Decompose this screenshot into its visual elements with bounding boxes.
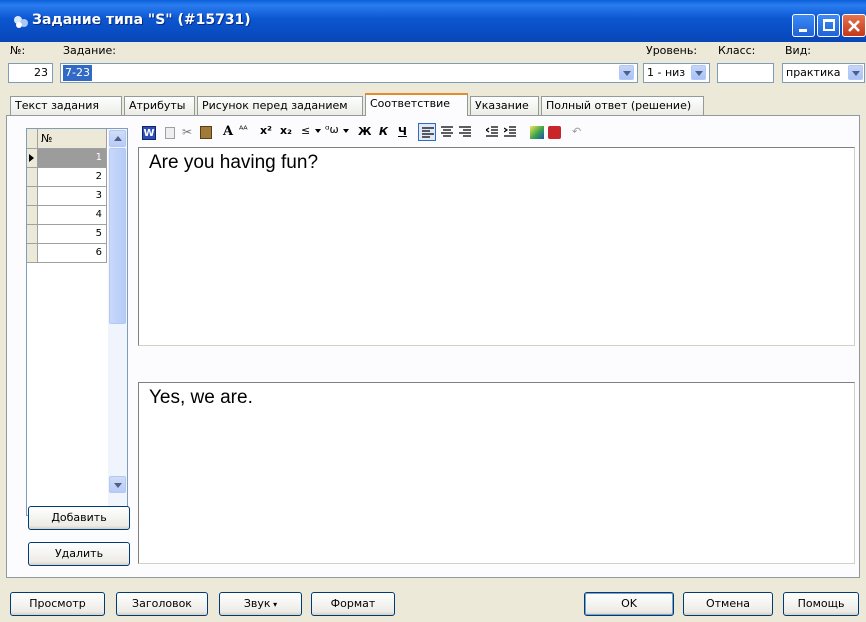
format-button[interactable]: Формат [311, 592, 395, 616]
tab-full-answer[interactable]: Полный ответ (решение) [541, 96, 704, 115]
grid-scrollbar[interactable] [108, 129, 127, 515]
font-icon[interactable]: A [223, 124, 233, 139]
row-indicator[interactable] [27, 168, 38, 187]
level-label: Уровень: [646, 44, 698, 57]
help-button[interactable]: Помощь [783, 592, 859, 616]
grid-cell-number[interactable]: 5 [38, 225, 107, 244]
paste-icon[interactable] [200, 126, 212, 139]
number-field[interactable]: 23 [8, 63, 53, 83]
align-right-icon[interactable] [459, 126, 471, 138]
items-grid[interactable]: № 123456 [26, 128, 128, 516]
heading-button[interactable]: Заголовок [116, 592, 208, 616]
undo-icon[interactable]: ↶ [572, 125, 581, 138]
tab-hint[interactable]: Указание [470, 96, 539, 115]
indent-icon[interactable] [504, 126, 516, 138]
row-indicator[interactable] [27, 225, 38, 244]
sound-button[interactable]: Звук ▾ [219, 592, 302, 616]
outdent-icon[interactable] [486, 126, 498, 138]
chevron-down-icon [114, 483, 122, 488]
tab-picture-before[interactable]: Рисунок перед заданием [197, 96, 363, 115]
minimize-icon [799, 29, 807, 32]
class-field[interactable] [717, 63, 774, 83]
row-selector-icon [29, 154, 34, 162]
preview-button[interactable]: Просмотр [10, 592, 105, 616]
chevron-down-icon[interactable] [315, 129, 321, 133]
grid-cell-number[interactable]: 1 [38, 149, 107, 168]
maximize-icon [823, 19, 835, 31]
cancel-button[interactable]: Отмена [683, 592, 773, 616]
add-button[interactable]: Добавить [28, 506, 130, 530]
question-text: Are you having fun? [149, 152, 319, 173]
task-value: 7-23 [63, 65, 92, 81]
sound-label: Звук [243, 597, 271, 610]
scroll-thumb[interactable] [109, 148, 126, 324]
kind-combo[interactable]: практика [782, 63, 865, 83]
row-indicator[interactable] [27, 149, 38, 168]
delete-button[interactable]: Удалить [28, 542, 130, 566]
tab-matching[interactable]: Соответствие [365, 93, 468, 116]
row-indicator[interactable] [27, 206, 38, 225]
chevron-down-icon[interactable] [343, 129, 349, 133]
grid-header-number[interactable]: № [38, 129, 107, 149]
task-label: Задание: [63, 44, 116, 57]
title-bar[interactable]: Задание типа "S" (#15731) [0, 0, 866, 42]
number-label: №: [10, 44, 26, 57]
grid-cell-number[interactable]: 4 [38, 206, 107, 225]
chevron-down-icon: ▾ [270, 600, 278, 609]
cut-icon[interactable]: ✂ [182, 125, 192, 139]
kind-label: Вид: [785, 44, 812, 57]
copy-icon[interactable] [165, 127, 175, 139]
answer-editor[interactable]: Yes, we are. [138, 382, 855, 564]
font-size-icon[interactable]: ᴬᴬ [239, 125, 248, 136]
subscript-button[interactable]: x₂ [280, 124, 292, 137]
minimize-button[interactable] [792, 14, 815, 37]
grid-cell-number[interactable]: 6 [38, 244, 107, 263]
ok-button[interactable]: OK [584, 592, 674, 616]
scroll-up-button[interactable] [109, 130, 126, 147]
grid-cell-number[interactable]: 2 [38, 168, 107, 187]
chevron-up-icon [114, 136, 122, 141]
align-left-button[interactable] [418, 123, 436, 141]
window-title: Задание типа "S" (#15731) [32, 12, 251, 28]
align-center-icon[interactable] [441, 126, 453, 138]
grid-corner [27, 129, 38, 149]
question-editor[interactable]: Are you having fun? [138, 147, 855, 346]
answer-text: Yes, we are. [149, 387, 253, 408]
app-icon [14, 16, 28, 28]
kind-value: практика [786, 66, 841, 79]
symbol-icon[interactable]: ≤ [301, 124, 310, 137]
word-icon[interactable]: W [142, 126, 156, 140]
underline-button[interactable]: Ч [398, 125, 407, 138]
bold-button[interactable]: Ж [358, 125, 371, 138]
chevron-down-icon[interactable] [848, 65, 863, 80]
italic-button[interactable]: К [379, 125, 388, 138]
grid-cell-number[interactable]: 3 [38, 187, 107, 206]
close-icon [848, 20, 860, 32]
number-value: 23 [34, 66, 48, 79]
maximize-button[interactable] [817, 14, 840, 37]
row-indicator[interactable] [27, 244, 38, 263]
format-toolbar: W ✂ A ᴬᴬ x² x₂ ≤ ᵅω Ж К Ч ↶ [136, 123, 856, 145]
scroll-down-button[interactable] [109, 476, 126, 493]
row-indicator[interactable] [27, 187, 38, 206]
align-left-icon [422, 127, 434, 138]
level-value: 1 - низ [647, 66, 686, 79]
level-combo[interactable]: 1 - низ [643, 63, 710, 83]
eraser-icon[interactable] [548, 126, 561, 139]
chevron-down-icon[interactable] [691, 65, 706, 80]
chevron-down-icon[interactable] [619, 65, 634, 80]
picture-icon[interactable] [530, 126, 544, 139]
superscript-button[interactable]: x² [260, 124, 272, 137]
special-char-icon[interactable]: ᵅω [325, 123, 339, 136]
task-combo[interactable]: 7-23 [60, 63, 638, 83]
tab-attributes[interactable]: Атрибуты [124, 96, 195, 115]
tab-task-text[interactable]: Текст задания [10, 96, 122, 115]
close-button[interactable] [842, 14, 866, 37]
heading-label: Заголовок [132, 597, 192, 610]
class-label: Класс: [718, 44, 756, 57]
